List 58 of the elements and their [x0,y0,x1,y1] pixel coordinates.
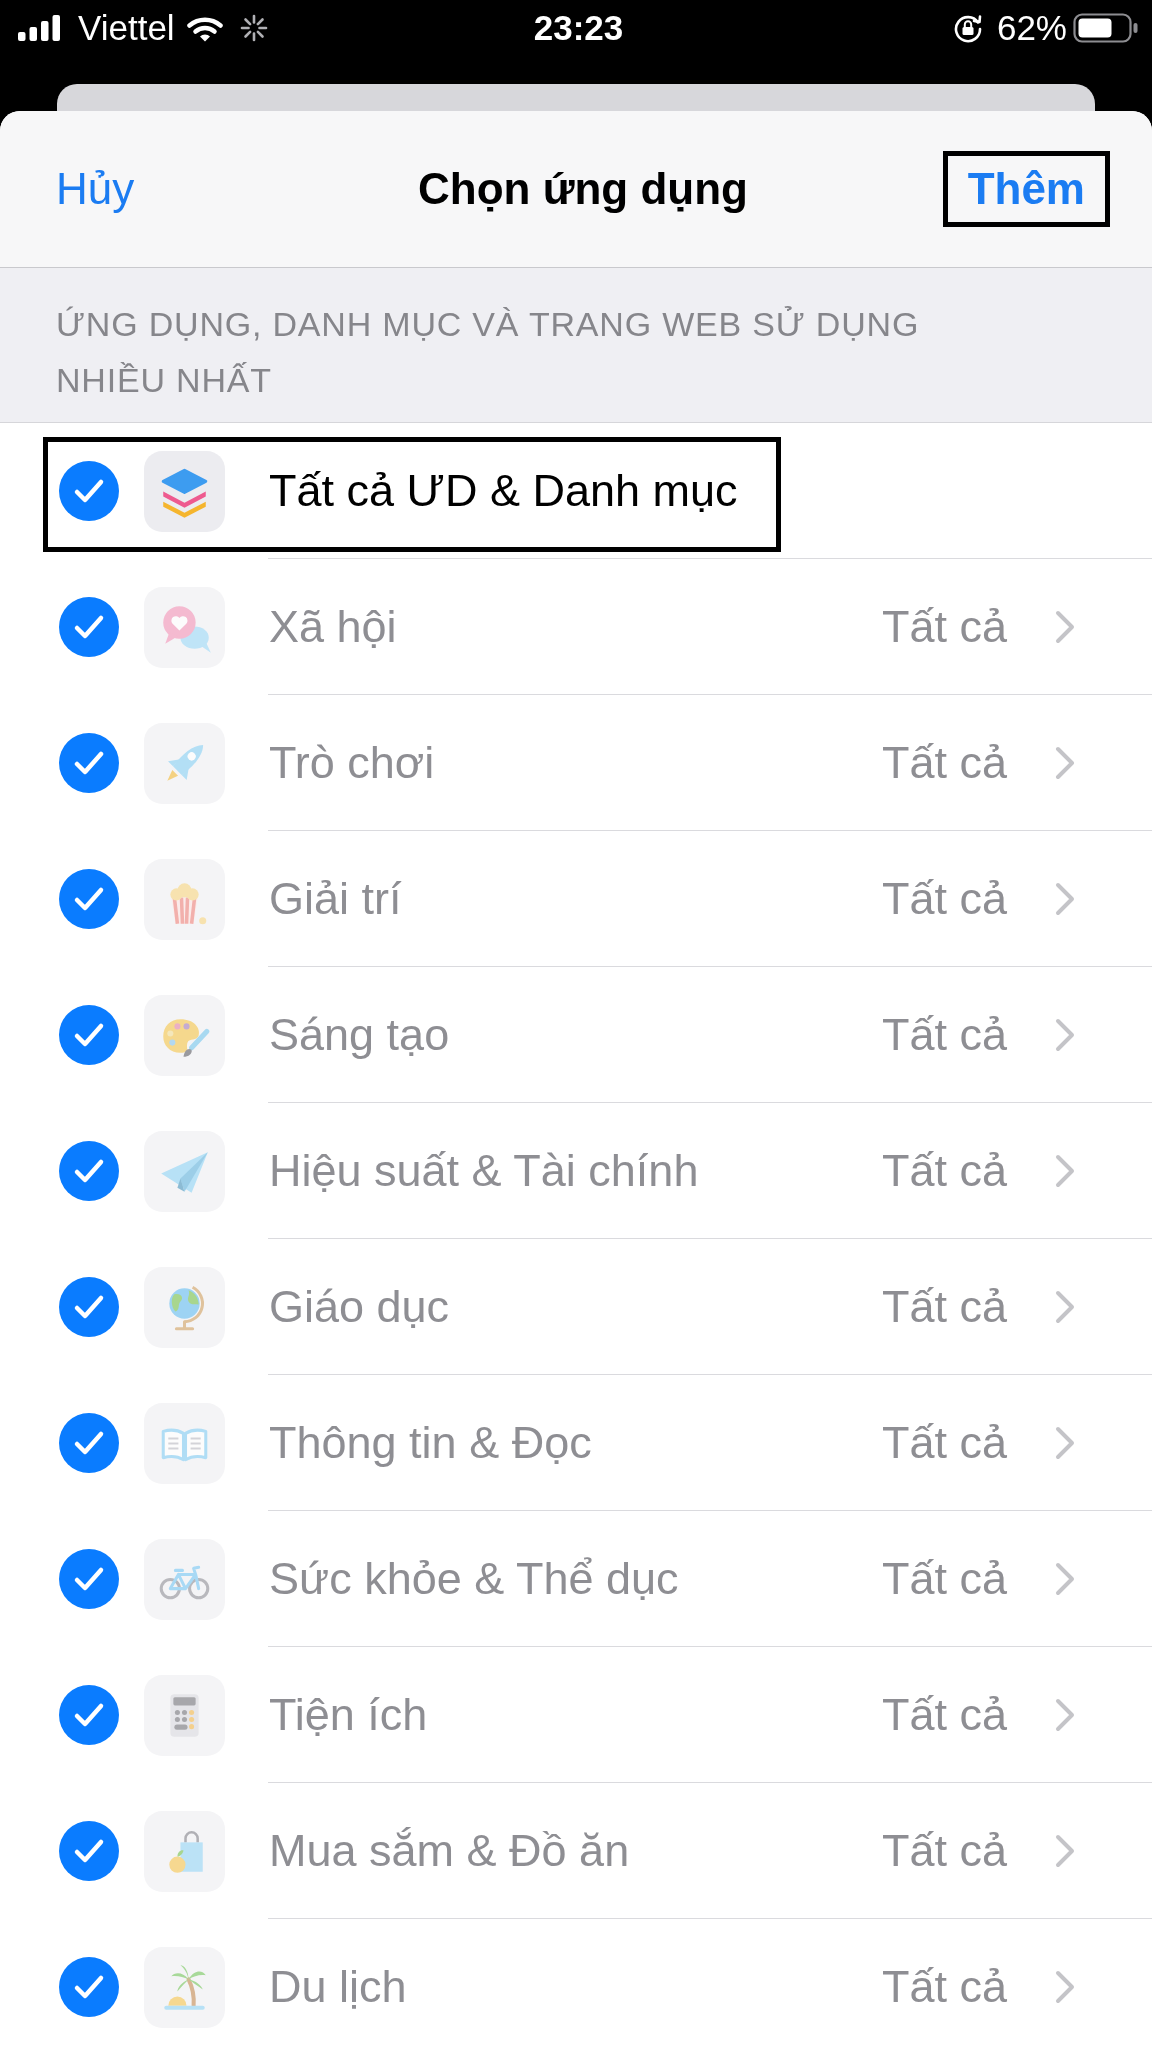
layers-icon [144,450,225,532]
chevron-icon [1055,1290,1075,1324]
detail-text: Tất cả [881,1145,1007,1197]
item-label: Trò chơi [269,737,435,789]
item-label: Tất cả ƯD & Danh mục [269,465,738,517]
checkbox[interactable] [59,461,119,521]
item-label: Giải trí [269,873,402,925]
palm-tree-icon [144,1946,225,2028]
section-title: ỨNG DỤNG, DANH MỤC VÀ TRANG WEB SỬ DỤNG NHIỀU NHẤT [56,304,921,401]
item-label: Hiệu suất & Tài chính [269,1145,699,1197]
detail-text: Tất cả [881,1689,1007,1741]
detail-text: Tất cả [881,873,1007,925]
rotation-lock-icon [952,13,983,43]
chevron-icon [1055,1970,1075,2004]
item-label: Giáo dục [269,1281,450,1333]
battery-percent: 62% [996,8,1067,48]
detail-text: Tất cả [881,601,1007,653]
chevron-icon [1055,610,1075,644]
popcorn-icon [144,858,225,940]
signal-icon [18,15,62,41]
item-label: Sáng tạo [269,1009,450,1061]
item-label: Thông tin & Đọc [269,1417,592,1469]
chevron-icon [1055,1698,1075,1732]
battery-icon [1073,13,1139,43]
book-icon [144,1402,225,1484]
chevron-icon [1055,746,1075,780]
globe-icon [144,1266,225,1348]
clock-time: 23:23 [533,8,624,48]
item-label: Xã hội [269,601,397,653]
carrier-name: Viettel [78,8,175,48]
rocket-icon [144,722,225,804]
detail-text: Tất cả [881,1009,1007,1061]
detail-text: Tất cả [881,1825,1007,1877]
calculator-icon [144,1674,225,1756]
shopping-bag-icon [144,1810,225,1892]
add-button[interactable]: Thêm [947,156,1105,222]
item-label: Sức khỏe & Thể dục [269,1553,679,1605]
chevron-icon [1055,1154,1075,1188]
item-label: Tiện ích [269,1689,428,1741]
chevron-icon [1055,1018,1075,1052]
bicycle-icon [144,1538,225,1620]
paper-plane-icon [144,1130,225,1212]
chat-bubbles-icon [144,586,225,668]
sheet-title: Chọn ứng dụng [418,164,748,214]
detail-text: Tất cả [881,1961,1007,2013]
detail-text: Tất cả [881,1417,1007,1469]
detail-text: Tất cả [881,1281,1007,1333]
chevron-icon [1055,1834,1075,1868]
item-label: Du lịch [269,1961,407,2013]
cancel-button[interactable]: Hủy [56,164,135,214]
detail-text: Tất cả [881,1553,1007,1605]
detail-text: Tất cả [881,737,1007,789]
palette-icon [144,994,225,1076]
chevron-icon [1055,1562,1075,1596]
item-label: Mua sắm & Đồ ăn [269,1825,630,1877]
chevron-icon [1055,882,1075,916]
spinner-icon [239,14,268,42]
chevron-icon [1055,1426,1075,1460]
